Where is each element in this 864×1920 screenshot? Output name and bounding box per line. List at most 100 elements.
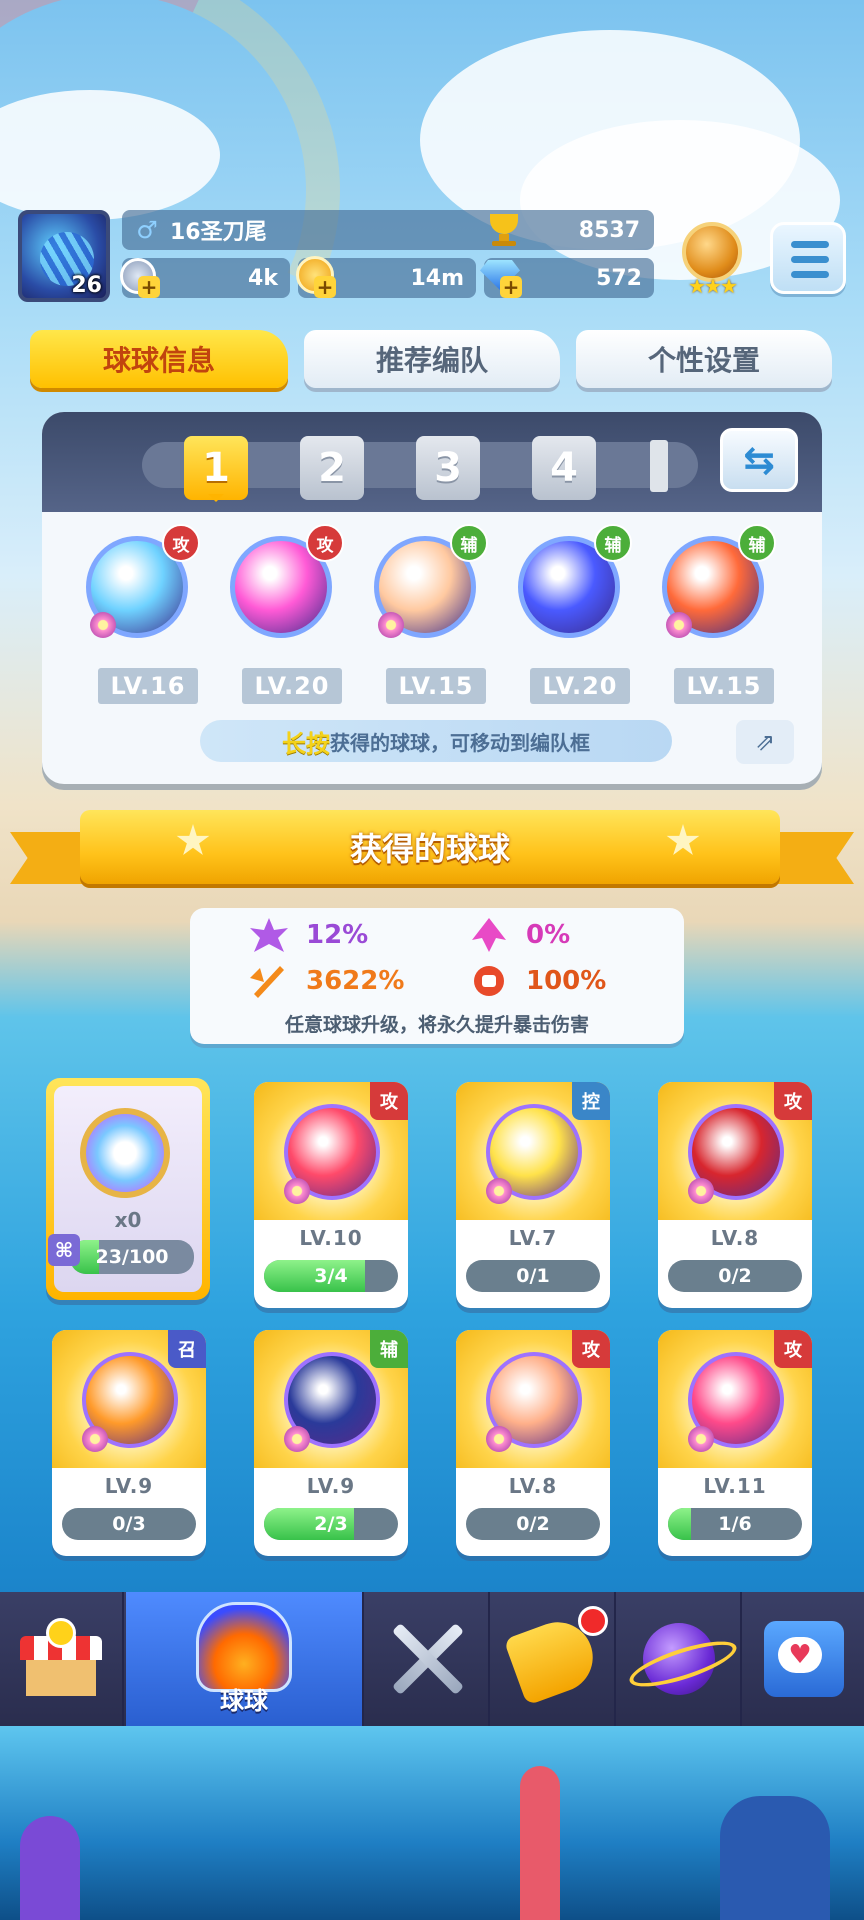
planet-icon — [643, 1623, 715, 1695]
stats-note: 任意球球升级，将永久提升暴击伤害 — [284, 1014, 589, 1036]
gender-male-icon: ♂ — [136, 216, 158, 244]
hint-text: 获得的球球，可移动到编队框 — [330, 730, 590, 755]
ball-type-tag: 攻 — [306, 524, 344, 562]
rank-badge[interactable]: ★★★ — [672, 218, 752, 302]
ball-level: LV.9 — [306, 1474, 356, 1498]
flower-icon — [688, 1426, 714, 1452]
section-title: 获得的球球 — [80, 810, 780, 884]
coin-resource[interactable]: + 14m — [296, 256, 476, 298]
flower-icon — [82, 1426, 108, 1452]
flower-icon — [284, 1178, 310, 1204]
team-slot-4[interactable]: 4 — [532, 436, 596, 500]
energy-value: 4k — [248, 265, 278, 291]
nav-shop[interactable] — [0, 1592, 124, 1726]
team-slot-header: 1 2 3 4 ⇆ — [42, 412, 822, 512]
ball-level: LV.8 — [508, 1474, 558, 1498]
flower-icon — [486, 1178, 512, 1204]
ribbon-tail-right — [774, 832, 854, 884]
nav-social[interactable]: ♥ — [744, 1592, 864, 1726]
crit-stats-panel: 12% 0% 3622% 100% 任意球球升级，将永久提升暴击伤害 — [190, 908, 684, 1044]
ball-card[interactable]: 攻 LV.8 0/2 — [456, 1330, 610, 1556]
bottom-nav: 球球 ♥ — [0, 1592, 864, 1726]
crit-rate-stat: 12% — [250, 918, 368, 952]
upgrade-progress: 2/3 — [264, 1508, 398, 1540]
trophy-count: 8537 — [578, 217, 640, 243]
flower-icon — [90, 612, 116, 638]
flower-icon — [378, 612, 404, 638]
ball-level: LV.7 — [508, 1226, 558, 1250]
upgrade-progress: 0/1 — [466, 1260, 600, 1292]
coin-value: 14m — [410, 265, 464, 291]
crit-burst-icon — [250, 918, 288, 952]
player-name-bar[interactable]: ♂ 16圣刀尾 8537 — [122, 210, 654, 250]
ball-jar-icon — [196, 1602, 292, 1692]
team-ball-level: LV.20 — [530, 668, 630, 704]
team-ball[interactable]: 攻 — [224, 524, 344, 644]
ball-type-tag: 召 — [168, 1330, 206, 1368]
team-slot-5-partial[interactable] — [650, 440, 668, 492]
ball-level: LV.8 — [710, 1226, 760, 1250]
upgrade-progress: 0/2 — [668, 1260, 802, 1292]
flower-icon — [486, 1426, 512, 1452]
nav-planet[interactable] — [618, 1592, 742, 1726]
fist-burst-icon — [474, 966, 504, 996]
ball-card[interactable]: 攻 LV.8 0/2 — [658, 1082, 812, 1308]
rank-stars-icon: ★★★ — [688, 274, 738, 298]
coin-icon: + — [294, 254, 342, 302]
ball-type-tag: 攻 — [774, 1082, 812, 1120]
crit-damage-stat: 3622% — [250, 964, 404, 998]
ball-card[interactable]: 控 LV.7 0/1 — [456, 1082, 610, 1308]
player-name: 16圣刀尾 — [170, 220, 267, 245]
special-ball-card[interactable]: x0 23/100 ⌘ — [46, 1078, 210, 1300]
special-progress: 23/100 — [70, 1240, 194, 1274]
energy-resource[interactable]: + 4k — [120, 258, 290, 298]
team-ball-level: LV.20 — [242, 668, 342, 704]
coral — [520, 1766, 560, 1920]
team-slot-3[interactable]: 3 — [416, 436, 480, 500]
team-ball[interactable]: 攻 — [80, 524, 200, 644]
gem-value: 572 — [596, 265, 642, 291]
ball-level: LV.9 — [104, 1474, 154, 1498]
team-slot-1[interactable]: 1 — [184, 436, 248, 502]
ball-level: LV.10 — [299, 1226, 363, 1250]
team-ball[interactable]: 辅 — [656, 524, 776, 644]
seabed-background — [0, 1726, 864, 1920]
tab-recommended-team[interactable]: 推荐编队 — [304, 330, 560, 388]
ball-card[interactable]: 召 LV.9 0/3 — [52, 1330, 206, 1556]
team-slot-2[interactable]: 2 — [300, 436, 364, 500]
ball-type-tag: 辅 — [738, 524, 776, 562]
add-energy-icon[interactable]: + — [138, 276, 160, 298]
add-gem-icon[interactable]: + — [500, 276, 522, 298]
puzzle-piece-icon: ⌘ — [48, 1234, 80, 1266]
team-ball-level: LV.15 — [386, 668, 486, 704]
hint-highlight: 长按 — [282, 729, 330, 758]
ball-type-tag: 攻 — [162, 524, 200, 562]
flower-icon — [284, 1426, 310, 1452]
tab-ball-info[interactable]: 球球信息 — [30, 330, 288, 388]
player-avatar[interactable]: 26 — [18, 210, 110, 302]
shop-icon — [20, 1618, 102, 1696]
nav-battle[interactable] — [366, 1592, 490, 1726]
gem-resource[interactable]: + 572 — [480, 258, 654, 298]
trophy-icon — [482, 210, 524, 250]
coral — [20, 1816, 80, 1920]
ball-card[interactable]: 辅 LV.9 2/3 — [254, 1330, 408, 1556]
swirl-ball-icon — [80, 1108, 170, 1198]
tab-personal-settings[interactable]: 个性设置 — [576, 330, 832, 388]
ball-card[interactable]: 攻 LV.10 3/4 — [254, 1082, 408, 1308]
ball-card[interactable]: 攻 LV.11 1/6 — [658, 1330, 812, 1556]
player-level: 26 — [71, 273, 102, 298]
swap-team-icon[interactable]: ⇆ — [720, 428, 798, 492]
team-ball[interactable]: 辅 — [512, 524, 632, 644]
team-ball[interactable]: 辅 — [368, 524, 488, 644]
share-icon[interactable]: ⇗ — [736, 720, 794, 764]
rank-medal-icon — [682, 222, 742, 282]
notification-dot — [578, 1606, 608, 1636]
crit-extra-stat: 100% — [470, 964, 606, 998]
slash-burst-icon — [250, 966, 284, 998]
menu-button[interactable] — [770, 222, 846, 294]
add-coin-icon[interactable]: + — [314, 276, 336, 298]
nav-balls[interactable]: 球球 — [126, 1592, 364, 1726]
team-panel: 1 2 3 4 ⇆ 攻 攻 辅 辅 辅 LV.16 LV.20 LV.15 LV… — [42, 412, 822, 784]
flower-icon — [688, 1178, 714, 1204]
